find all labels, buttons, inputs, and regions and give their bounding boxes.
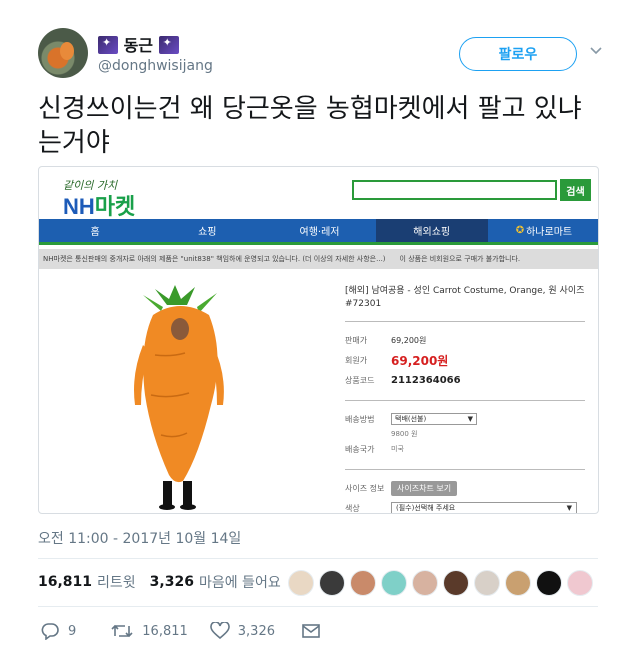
liker-avatar[interactable] [443,570,469,596]
retweet-count: 16,811 [142,623,188,639]
retweets-label[interactable]: 리트윗 [97,572,136,592]
tweet-timestamp[interactable]: 오전 11:00 - 2017년 10월 14일 [38,528,241,548]
tweet-media-image[interactable]: 같이의 가치 NH마켓 검색 홈 쇼핑 여행·레저 해외쇼핑 ✪ 하나로마트 N… [38,166,599,514]
reply-button[interactable]: 9 [40,622,76,640]
option-row: 색상 (필수)선택해 주세요 ▼ [345,498,585,513]
liker-avatar[interactable] [412,570,438,596]
envelope-icon [302,624,320,638]
liker-avatar[interactable] [474,570,500,596]
liker-avatar[interactable] [381,570,407,596]
like-count: 3,326 [237,623,275,639]
nav-item-travel: 여행·레저 [299,227,340,238]
search-input [352,180,557,200]
liker-avatar[interactable] [567,570,593,596]
size-chart-button: 사이즈차트 보기 [391,480,458,496]
search-button: 검색 [560,179,591,201]
shipping-fee: 9800 원 [391,430,418,438]
liker-avatar[interactable] [319,570,345,596]
liker-avatars [288,570,598,596]
site-nav: 홈 쇼핑 여행·레저 해외쇼핑 ✪ 하나로마트 [39,219,598,245]
nh-market-logo: NH마켓 [63,194,136,219]
likes-label[interactable]: 마음에 들어요 [199,572,281,592]
galaxy-emoji-icon [158,36,179,54]
retweet-icon [111,624,133,638]
likes-count[interactable]: 3,326 [150,574,194,590]
display-name-text: 동근 [123,36,154,55]
like-button[interactable]: 3,326 [209,622,275,640]
tweet-header: 동근 @donghwisijang 팔로우 [38,28,602,80]
tweet-stats: 16,811 리트윗 3,326 마음에 들어요 [38,572,281,592]
nav-item-shopping: 쇼핑 [198,227,217,238]
nav-item-overseas: 해외쇼핑 [375,219,488,242]
galaxy-emoji-icon [98,36,118,54]
retweet-button[interactable]: 16,811 [110,622,188,640]
product-code-row: 상품코드 2112364066 [345,374,461,386]
divider [38,558,598,559]
retweets-count[interactable]: 16,811 [38,574,92,590]
option-select: (필수)선택해 주세요 ▼ [391,501,577,513]
divider [38,606,598,607]
nav-item-home: 홈 [90,227,100,238]
heart-icon [209,622,230,640]
tweet-text: 신경쓰이는건 왜 당근옷을 농협마켓에서 팔고 있냐는거야 [38,94,582,158]
avatar[interactable] [38,28,88,78]
follow-button[interactable]: 팔로우 [459,37,577,71]
hanaro-star-icon: ✪ [515,225,525,236]
reply-count: 9 [68,623,77,639]
liker-avatar[interactable] [536,570,562,596]
tweet-actions: 9 16,811 3,326 [40,621,351,641]
reply-icon [41,623,59,640]
regular-price-row: 판매가 69,200원 [345,335,427,345]
nav-item-hanaro: ✪ 하나로마트 [515,225,573,238]
liker-avatar[interactable] [288,570,314,596]
chevron-down-icon[interactable] [588,42,604,58]
seller-notice: NH마켓은 통신판매의 중개자로 아래의 제품은 "unit838" 책임하에 … [39,249,598,269]
display-name[interactable]: 동근 [98,32,179,56]
liker-avatar[interactable] [505,570,531,596]
shipping-select: 택배(선불) ▼ [391,413,477,425]
sale-price-row: 회원가 69,200원 [345,353,449,368]
direct-message-button[interactable] [301,623,329,639]
product-info: [해외] 남여공용 - 성인 Carrot Costume, Orange, 원… [345,285,585,513]
carrot-costume-image [134,285,224,510]
size-row: 사이즈 정보 사이즈차트 보기 [345,478,585,498]
shipping-row: 배송방법 택배(선불) ▼ [345,409,585,429]
product-title: [해외] 남여공용 - 성인 Carrot Costume, Orange, 원… [345,286,585,309]
origin-row: 배송국가 미국 [345,444,404,454]
user-handle[interactable]: @donghwisijang [98,58,213,74]
liker-avatar[interactable] [350,570,376,596]
